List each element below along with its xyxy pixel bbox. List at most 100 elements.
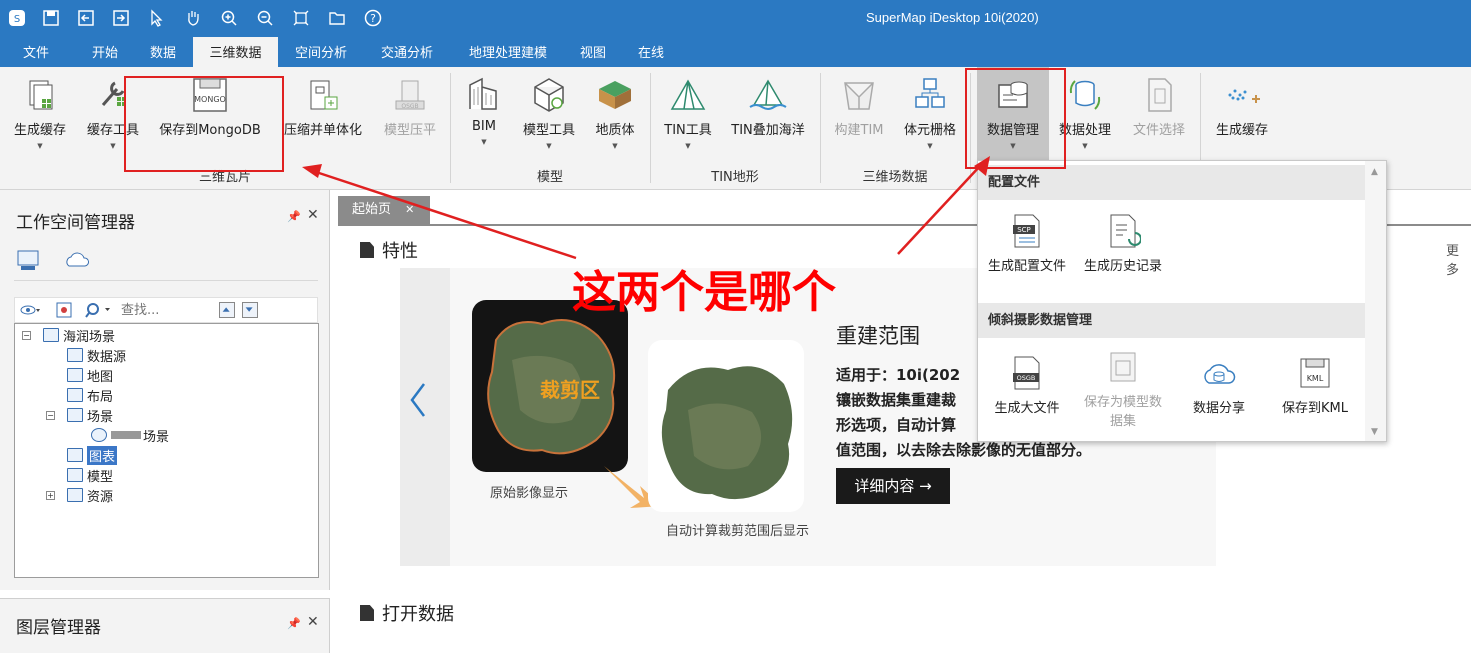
workspace-tree: − 海润场景 数据源 地图 布局 − 场景 场景 图表 模型 + 资源: [14, 323, 319, 578]
geological-body-button[interactable]: 地质体 ▼: [590, 75, 640, 150]
locate-icon[interactable]: [55, 301, 73, 319]
build-tim-label: 构建TIM: [834, 123, 884, 138]
osgb-file-icon: OSGB: [1009, 355, 1045, 391]
datasource-icon: [67, 348, 83, 362]
tree-label: 场景: [87, 409, 114, 425]
pin-icon[interactable]: 📌: [287, 210, 301, 223]
generate-large-file-item[interactable]: OSGB 生成大文件: [984, 355, 1070, 416]
menu-bar: 文件 开始 数据 三维数据 空间分析 交通分析 地理处理建模 视图 在线: [0, 37, 1471, 67]
generate-cache-2-button[interactable]: 生成缓存: [1210, 75, 1274, 138]
tin-ocean-overlay-button[interactable]: TIN叠加海洋: [726, 75, 810, 138]
help-icon[interactable]: ?: [362, 7, 384, 29]
model-flatten-button[interactable]: OSGB 模型压平: [380, 75, 440, 138]
slide-desc-3: 值范围，以去除去除影像的无值部分。: [836, 441, 1092, 459]
save-icon[interactable]: [40, 7, 62, 29]
tree-node-resource[interactable]: 资源: [67, 486, 113, 505]
search-input[interactable]: [121, 300, 216, 320]
more-link[interactable]: 更多: [1446, 240, 1471, 278]
tree-node-map[interactable]: 地图: [67, 366, 113, 385]
generate-config-file-item[interactable]: SCP 生成配置文件: [984, 213, 1070, 274]
tab-start[interactable]: 开始: [79, 37, 131, 67]
caption-clipped: 自动计算裁剪范围后显示: [666, 524, 810, 539]
scroll-down-icon[interactable]: ▼: [1371, 427, 1378, 437]
view-eye-icon[interactable]: [19, 301, 41, 319]
tab-geoprocessing[interactable]: 地理处理建模: [458, 37, 558, 67]
tin-ocean-overlay-label: TIN叠加海洋: [731, 123, 805, 138]
dropdown-arrow-icon: ▼: [37, 142, 43, 150]
tab-traffic-analysis[interactable]: 交通分析: [371, 37, 443, 67]
tree-node-workspace[interactable]: 海润场景: [43, 326, 115, 345]
tree-node-datasource[interactable]: 数据源: [67, 346, 126, 365]
model-cube-icon: [529, 75, 569, 115]
pan-hand-icon[interactable]: [182, 7, 204, 29]
import-icon[interactable]: [75, 7, 97, 29]
workspace-manager-title: 工作空间管理器: [16, 213, 135, 233]
zoom-out-icon[interactable]: [254, 7, 276, 29]
tree-node-model[interactable]: 模型: [67, 466, 114, 485]
generate-cache-button[interactable]: 生成缓存 ▼: [10, 75, 70, 150]
close-icon[interactable]: ✕: [307, 207, 319, 223]
cache-stack-icon: [20, 75, 60, 115]
logo-icon: S: [6, 7, 28, 29]
start-page-tab[interactable]: 起始页 ✕: [338, 196, 430, 224]
generate-config-file-label: 生成配置文件: [987, 259, 1066, 274]
tab-3d-data[interactable]: 三维数据: [193, 37, 278, 67]
close-tab-icon[interactable]: ✕: [405, 203, 414, 216]
voxel-grid-button[interactable]: 体元栅格 ▼: [898, 75, 962, 150]
model-tools-button[interactable]: 模型工具 ▼: [518, 75, 580, 150]
kml-save-icon: KML: [1297, 355, 1333, 391]
tree-node-scene[interactable]: 场景: [67, 406, 114, 425]
dropdown-arrow-icon: ▼: [927, 142, 933, 150]
details-button[interactable]: 详细内容 →: [836, 468, 950, 504]
open-folder-icon[interactable]: [326, 7, 348, 29]
workspace-tab-icon[interactable]: [16, 248, 42, 272]
generate-history-item[interactable]: 生成历史记录: [1080, 213, 1166, 274]
data-share-item[interactable]: 数据分享: [1176, 355, 1262, 416]
close-icon[interactable]: ✕: [307, 614, 319, 630]
expand-toggle[interactable]: +: [46, 491, 55, 500]
file-selection-button[interactable]: 文件选择: [1126, 75, 1192, 138]
scene-icon: [67, 408, 83, 422]
full-extent-icon[interactable]: [290, 7, 312, 29]
collapse-toggle[interactable]: −: [22, 331, 31, 340]
carousel-prev-arrow-icon[interactable]: [406, 380, 430, 420]
tab-file[interactable]: 文件: [10, 37, 62, 67]
zoom-in-icon[interactable]: [218, 7, 240, 29]
tree-node-chart[interactable]: 图表: [67, 445, 118, 465]
build-tim-button[interactable]: 构建TIM: [830, 75, 888, 138]
pin-icon[interactable]: 📌: [287, 617, 301, 630]
dropdown-scrollbar[interactable]: ▲ ▼: [1365, 161, 1386, 441]
svg-text:S: S: [14, 14, 20, 25]
search-next-button[interactable]: [242, 302, 258, 318]
bim-building-icon: [464, 75, 504, 115]
tab-online[interactable]: 在线: [628, 37, 674, 67]
group-label-tin: TIN地形: [711, 170, 759, 185]
pointer-icon[interactable]: [146, 7, 168, 29]
collapse-toggle[interactable]: −: [46, 411, 55, 420]
cloud-database-icon[interactable]: [64, 248, 90, 272]
generate-history-label: 生成历史记录: [1083, 259, 1162, 274]
tin-tools-button[interactable]: TIN工具 ▼: [660, 75, 716, 150]
tree-label: 模型: [87, 469, 114, 485]
point-cloud-icon: [1222, 75, 1262, 115]
generate-cache-2-label: 生成缓存: [1215, 123, 1268, 138]
save-to-kml-item[interactable]: KML 保存到KML: [1272, 355, 1358, 416]
scroll-up-icon[interactable]: ▲: [1371, 167, 1378, 177]
cloud-share-icon: [1201, 355, 1237, 391]
export-icon[interactable]: [110, 7, 132, 29]
compress-monomer-button[interactable]: 压缩并单体化: [280, 75, 366, 138]
tree-node-scene-child[interactable]: 场景: [91, 426, 170, 445]
bim-button[interactable]: BIM ▼: [462, 75, 506, 146]
tree-label: 场景: [143, 429, 170, 445]
search-icon[interactable]: [85, 301, 111, 319]
search-prev-button[interactable]: [219, 302, 235, 318]
tab-spatial-analysis[interactable]: 空间分析: [285, 37, 357, 67]
tab-view[interactable]: 视图: [570, 37, 616, 67]
model-flatten-label: 模型压平: [383, 123, 436, 138]
generate-large-file-label: 生成大文件: [994, 401, 1060, 416]
tree-node-layout[interactable]: 布局: [67, 386, 113, 405]
tab-data[interactable]: 数据: [137, 37, 189, 67]
save-as-model-dataset-item[interactable]: 保存为模型数据集: [1080, 349, 1166, 429]
layer-manager-title: 图层管理器: [16, 618, 101, 638]
group-label-model: 模型: [536, 170, 563, 185]
